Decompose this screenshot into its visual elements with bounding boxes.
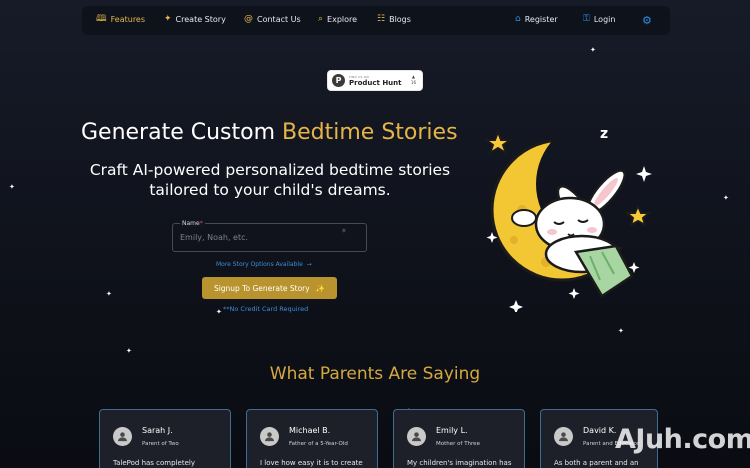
book-icon: 🕮 <box>96 14 107 24</box>
testimonial-role: Parent of Two <box>142 441 179 447</box>
testimonial-name: Emily L. <box>436 426 468 435</box>
signup-generate-label: Signup To Generate Story <box>213 283 310 293</box>
testimonial-role: Father of a 5-Year-Old <box>289 441 348 447</box>
hero-title-plain: Generate Custom <box>81 120 283 145</box>
nav-create-story-label: Create Story <box>175 15 226 24</box>
user-icon <box>117 432 128 442</box>
name-label: Name* <box>180 220 205 227</box>
sparkle-icon: ✨ <box>315 283 326 293</box>
star-decoration-icon: ✦ <box>618 327 624 335</box>
product-hunt-logo-icon: P <box>332 74 345 87</box>
nav-login-label: Login <box>593 15 616 24</box>
avatar <box>554 427 573 446</box>
testimonial-card: Emily L. Mother of Three My children's i… <box>393 409 525 468</box>
top-nav: 🕮 Features ✦ Create Story @ Contact Us ⌕… <box>82 6 670 35</box>
product-hunt-name: Product Hunt <box>349 78 402 87</box>
arrow-right-icon: → <box>306 261 312 268</box>
star-decoration-icon: ✦ <box>723 194 729 202</box>
user-icon <box>558 432 569 442</box>
star-decoration-icon: ✦ <box>126 347 132 355</box>
hero-title-highlight: Bedtime Stories <box>282 120 458 145</box>
magic-wand-icon: ✦ <box>164 14 172 24</box>
nav-login[interactable]: ⚿ Login <box>583 14 616 25</box>
nav-contact-us[interactable]: @ Contact Us <box>244 14 301 25</box>
nav-explore[interactable]: ⌕ Explore <box>318 14 358 25</box>
testimonial-card: Sarah J. Parent of Two TalePod has compl… <box>99 409 231 468</box>
more-story-options-label: More Story Options Available <box>216 261 303 268</box>
gear-icon: ⚙ <box>642 14 652 27</box>
testimonial-name: David K. <box>583 426 617 435</box>
settings-button[interactable]: ⚙ <box>642 14 652 27</box>
name-label-text: Name <box>182 220 200 227</box>
testimonial-role: Mother of Three <box>436 441 480 447</box>
product-hunt-votes: ▲ 16 <box>410 74 416 85</box>
svg-text:z: z <box>600 126 608 142</box>
at-icon: @ <box>244 14 253 24</box>
product-hunt-badge[interactable]: P FIND US ON Product Hunt ▲ 16 <box>327 70 423 91</box>
signup-generate-button[interactable]: Signup To Generate Story ✨ <box>202 277 337 299</box>
testimonial-quote: As both a parent and an <box>554 459 639 467</box>
star-decoration-icon: ✦ <box>106 290 112 298</box>
nav-blogs-label: Blogs <box>389 15 411 24</box>
avatar <box>260 427 279 446</box>
product-hunt-text: FIND US ON Product Hunt <box>349 75 402 87</box>
nav-contact-us-label: Contact Us <box>257 15 301 24</box>
nav-register[interactable]: ⌂ Register <box>515 14 558 25</box>
star-decoration-icon: ✶ <box>341 227 347 235</box>
testimonial-quote: TalePod has completely <box>113 459 195 467</box>
key-icon: ⚿ <box>583 14 590 24</box>
star-decoration-icon: ✦ <box>590 46 596 54</box>
testimonial-quote: I love how easy it is to create <box>260 459 363 467</box>
hero-subtitle: Craft AI-powered personalized bedtime st… <box>89 161 451 199</box>
nav-register-label: Register <box>524 15 558 24</box>
no-credit-card-note: **No Credit Card Required <box>223 305 309 313</box>
avatar <box>407 427 426 446</box>
testimonial-name: Michael B. <box>289 426 331 435</box>
testimonials-heading: What Parents Are Saying <box>269 364 481 384</box>
watermark: AJuh.com <box>615 424 750 455</box>
more-story-options-link[interactable]: More Story Options Available → <box>216 261 312 268</box>
product-hunt-vote-count: 16 <box>410 80 416 85</box>
star-decoration-icon: ✦ <box>9 183 15 191</box>
testimonial-quote: My children's imagination has <box>407 459 512 467</box>
nav-explore-label: Explore <box>327 15 358 24</box>
document-icon: ☷ <box>377 14 386 24</box>
lock-icon: ⌂ <box>515 14 521 24</box>
star-decoration-icon: ✦ <box>216 308 222 316</box>
nav-blogs[interactable]: ☷ Blogs <box>377 14 411 25</box>
nav-create-story[interactable]: ✦ Create Story <box>164 14 226 25</box>
user-icon <box>411 432 422 442</box>
testimonial-name: Sarah J. <box>142 426 173 435</box>
nav-features[interactable]: 🕮 Features <box>96 14 146 25</box>
user-icon <box>264 432 275 442</box>
hero-title: Generate Custom Bedtime Stories <box>81 120 458 145</box>
name-input[interactable] <box>172 223 367 252</box>
testimonial-card: Michael B. Father of a 5-Year-Old I love… <box>246 409 378 468</box>
bunny-moon-illustration: z <box>484 126 652 312</box>
search-icon: ⌕ <box>318 14 324 24</box>
nav-features-label: Features <box>110 15 146 24</box>
required-mark: * <box>199 220 203 227</box>
avatar <box>113 427 132 446</box>
